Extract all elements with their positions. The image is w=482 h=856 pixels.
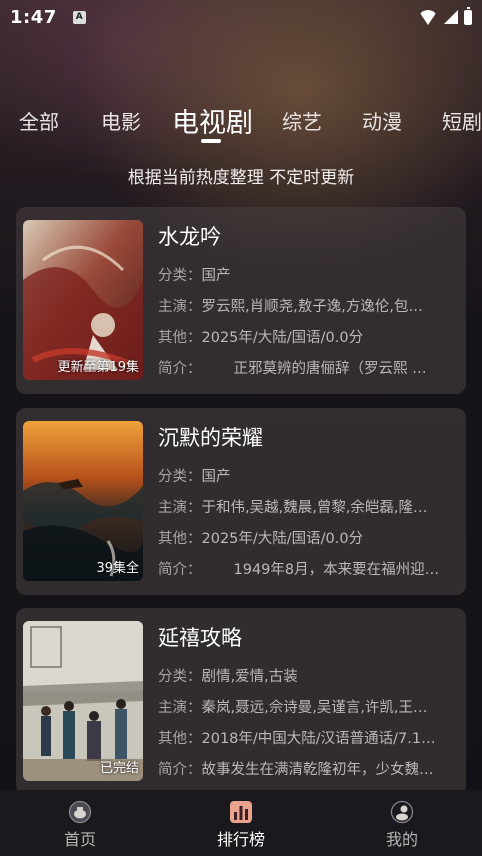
summary-row: 简介： 1949年8月，本来要在福州迎… bbox=[158, 562, 440, 578]
other-value: 2025年/大陆/国语/0.0分 bbox=[201, 531, 364, 547]
category-value: 国产 bbox=[201, 268, 231, 284]
battery-icon bbox=[464, 6, 472, 25]
other-row: 其他：2025年/大陆/国语/0.0分 bbox=[158, 531, 364, 547]
drama-title: 水龙吟 bbox=[158, 225, 221, 249]
ranking-subtitle: 根据当前热度整理 不定时更新 bbox=[127, 168, 355, 188]
summary-value: 正邪莫辨的唐俪辞（罗云熙 … bbox=[233, 361, 427, 377]
poster-image: 已完结 bbox=[23, 621, 143, 781]
other-row: 其他：2018年/中国大陆/汉语普通话/7.1… bbox=[158, 731, 436, 747]
wifi-icon bbox=[418, 9, 438, 25]
episode-badge: 39集全 bbox=[96, 561, 139, 576]
summary-value: 故事发生在满清乾隆初年，少女魏… bbox=[201, 762, 434, 778]
other-value: 2025年/大陆/国语/0.0分 bbox=[201, 330, 364, 346]
cast-row: 主演：于和伟,吴越,魏晨,曾黎,余皑磊,隆… bbox=[158, 500, 428, 516]
tab-short-drama[interactable]: 短剧 bbox=[442, 106, 482, 135]
cast-row: 主演：秦岚,聂远,佘诗曼,吴谨言,许凯,王… bbox=[158, 700, 428, 716]
status-bar: 1:47 A bbox=[0, 0, 482, 34]
nav-ranking[interactable]: 排行榜 bbox=[181, 790, 301, 856]
drama-card[interactable]: 已完结 延禧攻略 分类：剧情,爱情,古装 主演：秦岚,聂远,佘诗曼,吴谨言,许凯… bbox=[16, 608, 466, 795]
tab-all[interactable]: 全部 bbox=[19, 106, 59, 135]
nav-ranking-label: 排行榜 bbox=[216, 830, 265, 849]
signal-icon bbox=[444, 10, 458, 24]
poster-image: 39集全 bbox=[23, 421, 143, 581]
category-value: 剧情,爱情,古装 bbox=[201, 669, 298, 685]
card-info: 沉默的荣耀 分类：国产 主演：于和伟,吴越,魏晨,曾黎,余皑磊,隆… 其他：20… bbox=[158, 422, 454, 586]
tab-active-indicator bbox=[201, 139, 221, 143]
summary-value: 1949年8月，本来要在福州迎… bbox=[233, 562, 440, 578]
other-row: 其他：2025年/大陆/国语/0.0分 bbox=[158, 330, 364, 346]
bottom-nav: 首页 排行榜 我的 bbox=[0, 790, 482, 856]
category-row: 分类：国产 bbox=[158, 469, 231, 485]
status-badge: 已完结 bbox=[99, 761, 139, 776]
cast-row: 主演：罗云熙,肖顺尧,敖子逸,方逸伦,包… bbox=[158, 299, 423, 315]
category-row: 分类：剧情,爱情,古装 bbox=[158, 669, 298, 685]
tab-movies[interactable]: 电影 bbox=[101, 106, 141, 135]
episode-badge: 更新至第19集 bbox=[57, 360, 139, 375]
nav-home-label: 首页 bbox=[63, 830, 96, 849]
status-icons bbox=[418, 6, 472, 25]
category-tabs: 全部 电影 电视剧 综艺 动漫 短剧 bbox=[0, 96, 482, 148]
profile-icon bbox=[390, 800, 414, 824]
nav-home[interactable]: 首页 bbox=[20, 790, 140, 856]
tab-variety[interactable]: 综艺 bbox=[282, 106, 322, 135]
cast-value: 罗云熙,肖顺尧,敖子逸,方逸伦,包… bbox=[201, 299, 423, 315]
ranking-icon bbox=[230, 801, 252, 823]
summary-row: 简介： 正邪莫辨的唐俪辞（罗云熙 … bbox=[158, 361, 427, 377]
drama-card[interactable]: 更新至第19集 水龙吟 分类：国产 主演：罗云熙,肖顺尧,敖子逸,方逸伦,包… … bbox=[16, 207, 466, 394]
other-value: 2018年/中国大陆/汉语普通话/7.1… bbox=[201, 731, 436, 747]
card-info: 延禧攻略 分类：剧情,爱情,古装 主演：秦岚,聂远,佘诗曼,吴谨言,许凯,王… … bbox=[158, 622, 454, 786]
tab-anime[interactable]: 动漫 bbox=[362, 106, 402, 135]
tab-tv-series[interactable]: 电视剧 bbox=[172, 101, 253, 140]
status-time: 1:47 bbox=[10, 6, 57, 28]
cast-value: 秦岚,聂远,佘诗曼,吴谨言,许凯,王… bbox=[201, 700, 428, 716]
category-row: 分类：国产 bbox=[158, 268, 231, 284]
home-teapot-icon bbox=[68, 800, 92, 824]
drama-title: 沉默的荣耀 bbox=[158, 426, 263, 450]
nav-profile[interactable]: 我的 bbox=[342, 790, 462, 856]
notification-icon: A bbox=[72, 10, 86, 24]
drama-card[interactable]: 39集全 沉默的荣耀 分类：国产 主演：于和伟,吴越,魏晨,曾黎,余皑磊,隆… … bbox=[16, 408, 466, 595]
poster-image: 更新至第19集 bbox=[23, 220, 143, 380]
nav-profile-label: 我的 bbox=[385, 830, 418, 849]
category-value: 国产 bbox=[201, 469, 231, 485]
drama-title: 延禧攻略 bbox=[158, 626, 242, 650]
card-info: 水龙吟 分类：国产 主演：罗云熙,肖顺尧,敖子逸,方逸伦,包… 其他：2025年… bbox=[158, 221, 454, 385]
summary-row: 简介：故事发生在满清乾隆初年，少女魏… bbox=[158, 762, 434, 778]
cast-value: 于和伟,吴越,魏晨,曾黎,余皑磊,隆… bbox=[201, 500, 428, 516]
